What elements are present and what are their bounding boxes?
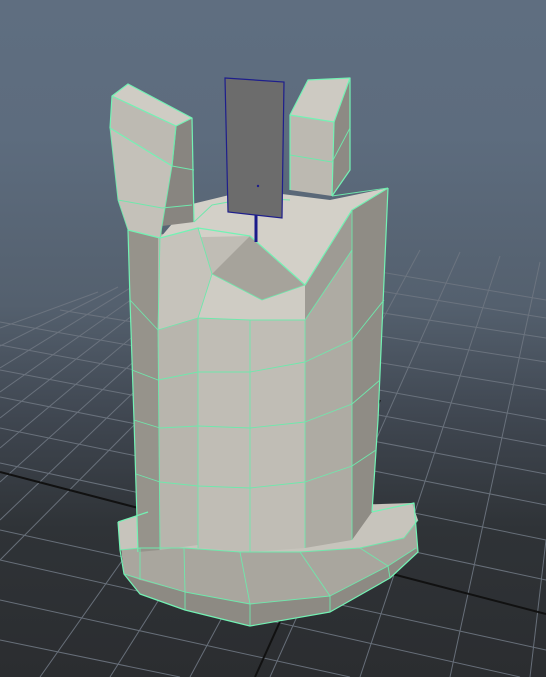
viewport-scene[interactable] [0,0,546,677]
flag-pivot [256,184,260,188]
flag-plane [224,77,285,219]
right-merlon [290,78,350,196]
3d-viewport[interactable] [0,0,546,677]
